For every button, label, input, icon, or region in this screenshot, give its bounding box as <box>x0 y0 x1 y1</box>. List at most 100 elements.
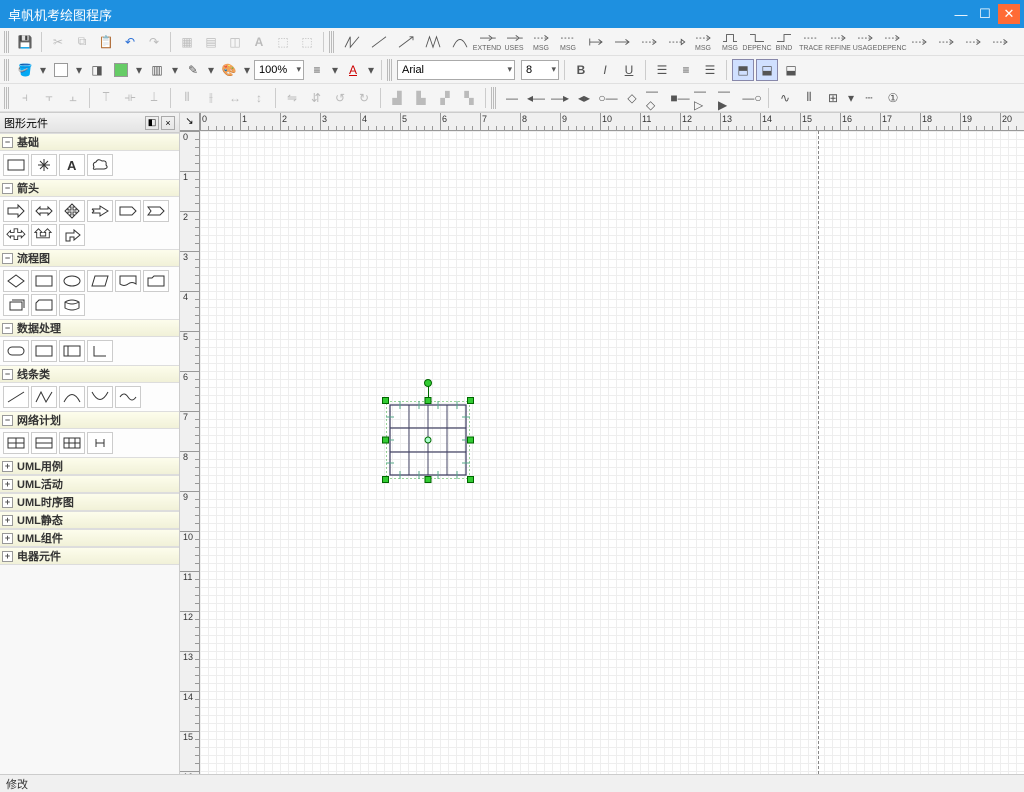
drawing-canvas[interactable] <box>200 131 1024 774</box>
dropdown-icon[interactable]: ▾ <box>846 87 856 109</box>
toolbar-grip[interactable] <box>4 31 10 53</box>
connector-shape-12[interactable] <box>663 29 689 55</box>
minimize-button[interactable]: — <box>950 4 972 24</box>
category-header[interactable]: −数据处理 <box>0 319 179 337</box>
save-icon[interactable]: 💾 <box>14 31 36 53</box>
resize-handle-ne[interactable] <box>467 397 474 404</box>
ungroup-icon[interactable]: ⬚ <box>296 31 318 53</box>
align-r-icon[interactable]: ⫠ <box>62 87 84 109</box>
circ-start-icon[interactable]: ○— <box>597 87 619 109</box>
fill-icon[interactable] <box>110 59 132 81</box>
connector-shape-6[interactable]: USES <box>501 29 527 55</box>
shape-doc[interactable] <box>115 270 141 292</box>
fill-tri-icon[interactable]: —▶ <box>717 87 739 109</box>
connector-shape-16[interactable]: BIND <box>771 29 797 55</box>
align-t-icon[interactable]: ⟙ <box>95 87 117 109</box>
connector-shape-18[interactable]: REFINE <box>825 29 851 55</box>
note-icon[interactable] <box>50 59 72 81</box>
shape-arr-4[interactable] <box>59 200 85 222</box>
bucket-icon[interactable]: 🪣 <box>14 59 36 81</box>
arrow-both-icon[interactable]: ◂▸ <box>573 87 595 109</box>
shape-zig[interactable] <box>31 386 57 408</box>
shape-arc1[interactable] <box>59 386 85 408</box>
zoom-dropdown[interactable]: 100% <box>254 60 304 80</box>
connector-shape-11[interactable] <box>636 29 662 55</box>
rotation-handle[interactable] <box>424 379 432 387</box>
picker-icon[interactable]: 🎨 <box>218 59 240 81</box>
shape-cross[interactable] <box>31 154 57 176</box>
connector-shape-2[interactable] <box>393 29 419 55</box>
tri-end-icon[interactable]: —▷ <box>693 87 715 109</box>
connector-shape-13[interactable]: MSG <box>690 29 716 55</box>
connector-shape-1[interactable] <box>366 29 392 55</box>
paste-icon[interactable]: 📋 <box>95 31 117 53</box>
connector-shape-19[interactable]: USAGE <box>852 29 878 55</box>
connector-shape-7[interactable]: MSG <box>528 29 554 55</box>
eraser-icon[interactable]: ◨ <box>86 59 108 81</box>
shape-L[interactable] <box>87 340 113 362</box>
toolbar-grip[interactable] <box>4 59 10 81</box>
align-c-icon[interactable]: ⫟ <box>38 87 60 109</box>
grid-icon[interactable]: ⊞ <box>822 87 844 109</box>
connector-shape-5[interactable]: EXTEND <box>474 29 500 55</box>
resize-handle-n[interactable] <box>425 397 432 404</box>
shape-rect4[interactable] <box>59 340 85 362</box>
resize-handle-sw[interactable] <box>382 476 389 483</box>
shape-tab[interactable] <box>143 270 169 292</box>
dropdown-icon[interactable]: ▾ <box>330 59 340 81</box>
cut-icon[interactable]: ✂ <box>47 31 69 53</box>
dropdown-icon[interactable]: ▾ <box>74 59 84 81</box>
shape-para[interactable] <box>87 270 113 292</box>
category-header[interactable]: +UML静态 <box>0 511 179 529</box>
shape-diamond[interactable] <box>3 270 29 292</box>
arrow-end-icon[interactable]: —▸ <box>549 87 571 109</box>
shape-cyl[interactable] <box>59 294 85 316</box>
connector-shape-23[interactable] <box>960 29 986 55</box>
chart-icon[interactable]: ◫ <box>224 31 246 53</box>
category-header[interactable]: −流程图 <box>0 249 179 267</box>
connector-shape-14[interactable]: MSG <box>717 29 743 55</box>
align-right-icon[interactable]: ☰ <box>699 59 721 81</box>
dist-v-icon[interactable]: ⫲ <box>200 87 222 109</box>
forward-icon[interactable]: ▞ <box>434 87 456 109</box>
dropdown-icon[interactable]: ▾ <box>170 59 180 81</box>
connector-shape-9[interactable] <box>582 29 608 55</box>
image-icon[interactable]: ▦ <box>176 31 198 53</box>
rotate-l-icon[interactable]: ↺ <box>329 87 351 109</box>
shape-ellipse[interactable] <box>59 270 85 292</box>
resize-handle-e[interactable] <box>467 437 474 444</box>
category-header[interactable]: −网络计划 <box>0 411 179 429</box>
flip-h-icon[interactable]: ⇋ <box>281 87 303 109</box>
toolbar-grip[interactable] <box>387 59 393 81</box>
shape-round[interactable] <box>3 340 29 362</box>
line-style-icon[interactable]: ≡ <box>306 59 328 81</box>
bold-icon[interactable]: B <box>570 59 592 81</box>
dropdown-icon[interactable]: ▾ <box>38 59 48 81</box>
font-size-dropdown[interactable]: 8 <box>521 60 559 80</box>
same-w-icon[interactable]: ↔ <box>224 87 246 109</box>
align-b-icon[interactable]: ⟘ <box>143 87 165 109</box>
shape-arc2[interactable] <box>87 386 113 408</box>
resize-handle-nw[interactable] <box>382 397 389 404</box>
shape-arr-split[interactable] <box>3 224 29 246</box>
connector-shape-8[interactable]: MSG <box>555 29 581 55</box>
align-l-icon[interactable]: ⫞ <box>14 87 36 109</box>
circle-end-icon[interactable]: —○ <box>741 87 763 109</box>
underline-icon[interactable]: U <box>618 59 640 81</box>
connector-shape-15[interactable]: DEPENC <box>744 29 770 55</box>
connector-shape-10[interactable] <box>609 29 635 55</box>
pin-icon[interactable]: ◧ <box>145 116 159 130</box>
connector-shape-20[interactable]: DEPENC <box>879 29 905 55</box>
shape-arr-turn[interactable] <box>59 224 85 246</box>
close-panel-icon[interactable]: × <box>161 116 175 130</box>
shape-rect3[interactable] <box>31 340 57 362</box>
shape-arr-up[interactable] <box>31 224 57 246</box>
gradient-icon[interactable]: ▥ <box>146 59 168 81</box>
shape-grid3[interactable] <box>59 432 85 454</box>
dropdown-icon[interactable]: ▾ <box>206 59 216 81</box>
valign-top-icon[interactable]: ⬒ <box>732 59 754 81</box>
category-header[interactable]: −基础 <box>0 133 179 151</box>
redo-icon[interactable]: ↷ <box>143 31 165 53</box>
shape-rect[interactable] <box>3 154 29 176</box>
same-h-icon[interactable]: ↕ <box>248 87 270 109</box>
